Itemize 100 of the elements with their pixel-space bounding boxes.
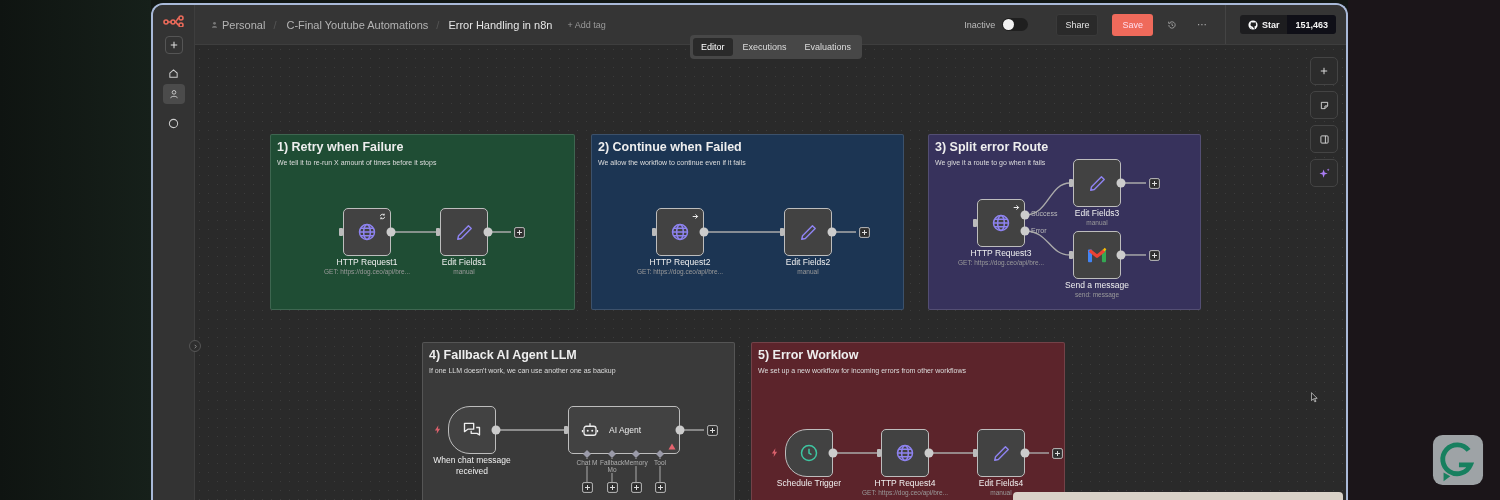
add-node-button[interactable] — [606, 482, 618, 493]
node-title: Schedule Trigger — [776, 478, 842, 488]
input-handle[interactable] — [652, 228, 656, 236]
add-node-button[interactable] — [859, 226, 870, 238]
input-handle[interactable] — [780, 228, 784, 236]
input-handle[interactable] — [1069, 251, 1073, 259]
logo-icon[interactable] — [162, 15, 185, 27]
circle-icon — [168, 117, 179, 129]
globe-icon — [991, 213, 1011, 233]
add-node-button[interactable] — [1149, 177, 1160, 189]
globe-icon — [895, 443, 915, 463]
output-handle[interactable] — [699, 227, 709, 237]
globe-icon — [670, 222, 690, 242]
breadcrumb-link[interactable]: Personal — [222, 18, 266, 31]
output-handle[interactable] — [386, 227, 396, 237]
workflow-node[interactable] — [1073, 159, 1121, 207]
sidebar-button[interactable] — [162, 84, 185, 104]
add-node-button[interactable] — [514, 226, 525, 238]
home-icon — [168, 67, 179, 79]
workflow-node[interactable] — [881, 429, 929, 477]
plus-icon — [1320, 67, 1328, 75]
lightning-icon — [434, 425, 441, 434]
node-title: Edit Fields3 — [1074, 208, 1120, 218]
add-tag-link[interactable]: + Add tag — [567, 19, 606, 30]
input-handle[interactable] — [973, 449, 977, 457]
more-button[interactable]: ··· — [1196, 19, 1207, 30]
pencil-icon — [991, 443, 1011, 463]
input-handle[interactable] — [1069, 179, 1073, 187]
output-handle[interactable] — [491, 425, 501, 435]
breadcrumb-link[interactable]: C-Final Youtube Automations — [286, 18, 429, 31]
node-title: HTTP Request1 — [336, 257, 398, 267]
breadcrumb-separator: / — [436, 18, 440, 31]
mail-icon — [1086, 246, 1108, 264]
workflow-node[interactable] — [977, 199, 1025, 247]
note-icon — [1319, 100, 1329, 110]
input-handle[interactable] — [973, 219, 977, 227]
output-handle[interactable] — [483, 227, 493, 237]
pencil-icon — [798, 222, 818, 242]
globe-icon — [357, 222, 377, 242]
output-handle[interactable] — [924, 448, 934, 458]
app-badge-icon — [1432, 434, 1484, 486]
mouse-pointer-icon — [1311, 392, 1318, 403]
add-node-button[interactable] — [581, 482, 593, 493]
output-handle[interactable] — [827, 227, 837, 237]
workflow-name[interactable]: Error Handling in n8n — [448, 18, 553, 31]
zoom-in-button[interactable] — [1310, 57, 1338, 85]
node-title: When chat message received — [432, 455, 512, 477]
panel-icon — [1319, 134, 1329, 144]
output-handle[interactable] — [675, 425, 685, 435]
output-handle[interactable] — [1116, 178, 1126, 188]
workflow-node[interactable] — [440, 208, 488, 256]
add-node-button[interactable] — [707, 424, 718, 436]
node-title: Edit Fields2 — [785, 257, 831, 267]
workflow-node[interactable] — [343, 208, 391, 256]
lightning-icon — [771, 448, 778, 457]
share-button[interactable]: Share — [1056, 13, 1099, 36]
workflow-node[interactable] — [784, 208, 832, 256]
workflow-node[interactable] — [656, 208, 704, 256]
clock-icon — [799, 443, 819, 463]
sticky-note-button[interactable] — [1310, 91, 1338, 119]
add-node-button[interactable] — [630, 482, 642, 493]
node-title: HTTP Request3 — [970, 248, 1032, 258]
workflow-node[interactable] — [785, 429, 833, 477]
view-tab[interactable]: Editor — [693, 38, 733, 56]
workflow-node[interactable] — [1073, 231, 1121, 279]
person-icon — [168, 89, 179, 99]
input-handle[interactable] — [436, 228, 440, 236]
node-title: AI Agent — [609, 425, 642, 435]
input-handle[interactable] — [339, 228, 343, 236]
workflow-node[interactable]: AI Agent — [568, 406, 680, 454]
arrow-right-icon — [1013, 204, 1020, 211]
ai-assistant-button[interactable] — [1310, 159, 1338, 187]
note-title: 3) Split error Route — [935, 140, 1049, 154]
cat-icon — [1247, 19, 1258, 30]
view-tab[interactable]: Executions — [734, 38, 795, 56]
view-tab[interactable]: Evaluations — [796, 38, 860, 56]
note-title: 4) Fallback AI Agent LLM — [429, 348, 577, 362]
panel-button[interactable] — [1310, 125, 1338, 153]
active-toggle[interactable] — [1002, 18, 1029, 31]
output-handle[interactable] — [828, 448, 838, 458]
workflow-node[interactable] — [977, 429, 1025, 477]
node-title: Edit Fields4 — [978, 478, 1024, 488]
retry-icon — [379, 213, 386, 220]
note-title: 1) Retry when Failure — [277, 140, 404, 154]
node-title: HTTP Request2 — [649, 257, 711, 267]
input-handle[interactable] — [877, 449, 881, 457]
robot-icon — [581, 421, 599, 439]
node-title: Send a message — [1065, 280, 1129, 290]
github-star-button[interactable]: Star — [1239, 15, 1288, 34]
add-node-button[interactable] — [654, 482, 666, 493]
sidebar-button[interactable] — [164, 36, 183, 54]
input-handle[interactable] — [564, 426, 568, 434]
plus-icon — [169, 41, 178, 49]
history-icon[interactable] — [1166, 19, 1177, 30]
output-handle[interactable] — [1020, 448, 1030, 458]
add-node-button[interactable] — [1052, 447, 1063, 459]
output-handle[interactable] — [1116, 250, 1126, 260]
workflow-node[interactable] — [448, 406, 496, 454]
node-title: Edit Fields1 — [441, 257, 487, 267]
add-node-button[interactable] — [1149, 249, 1160, 261]
